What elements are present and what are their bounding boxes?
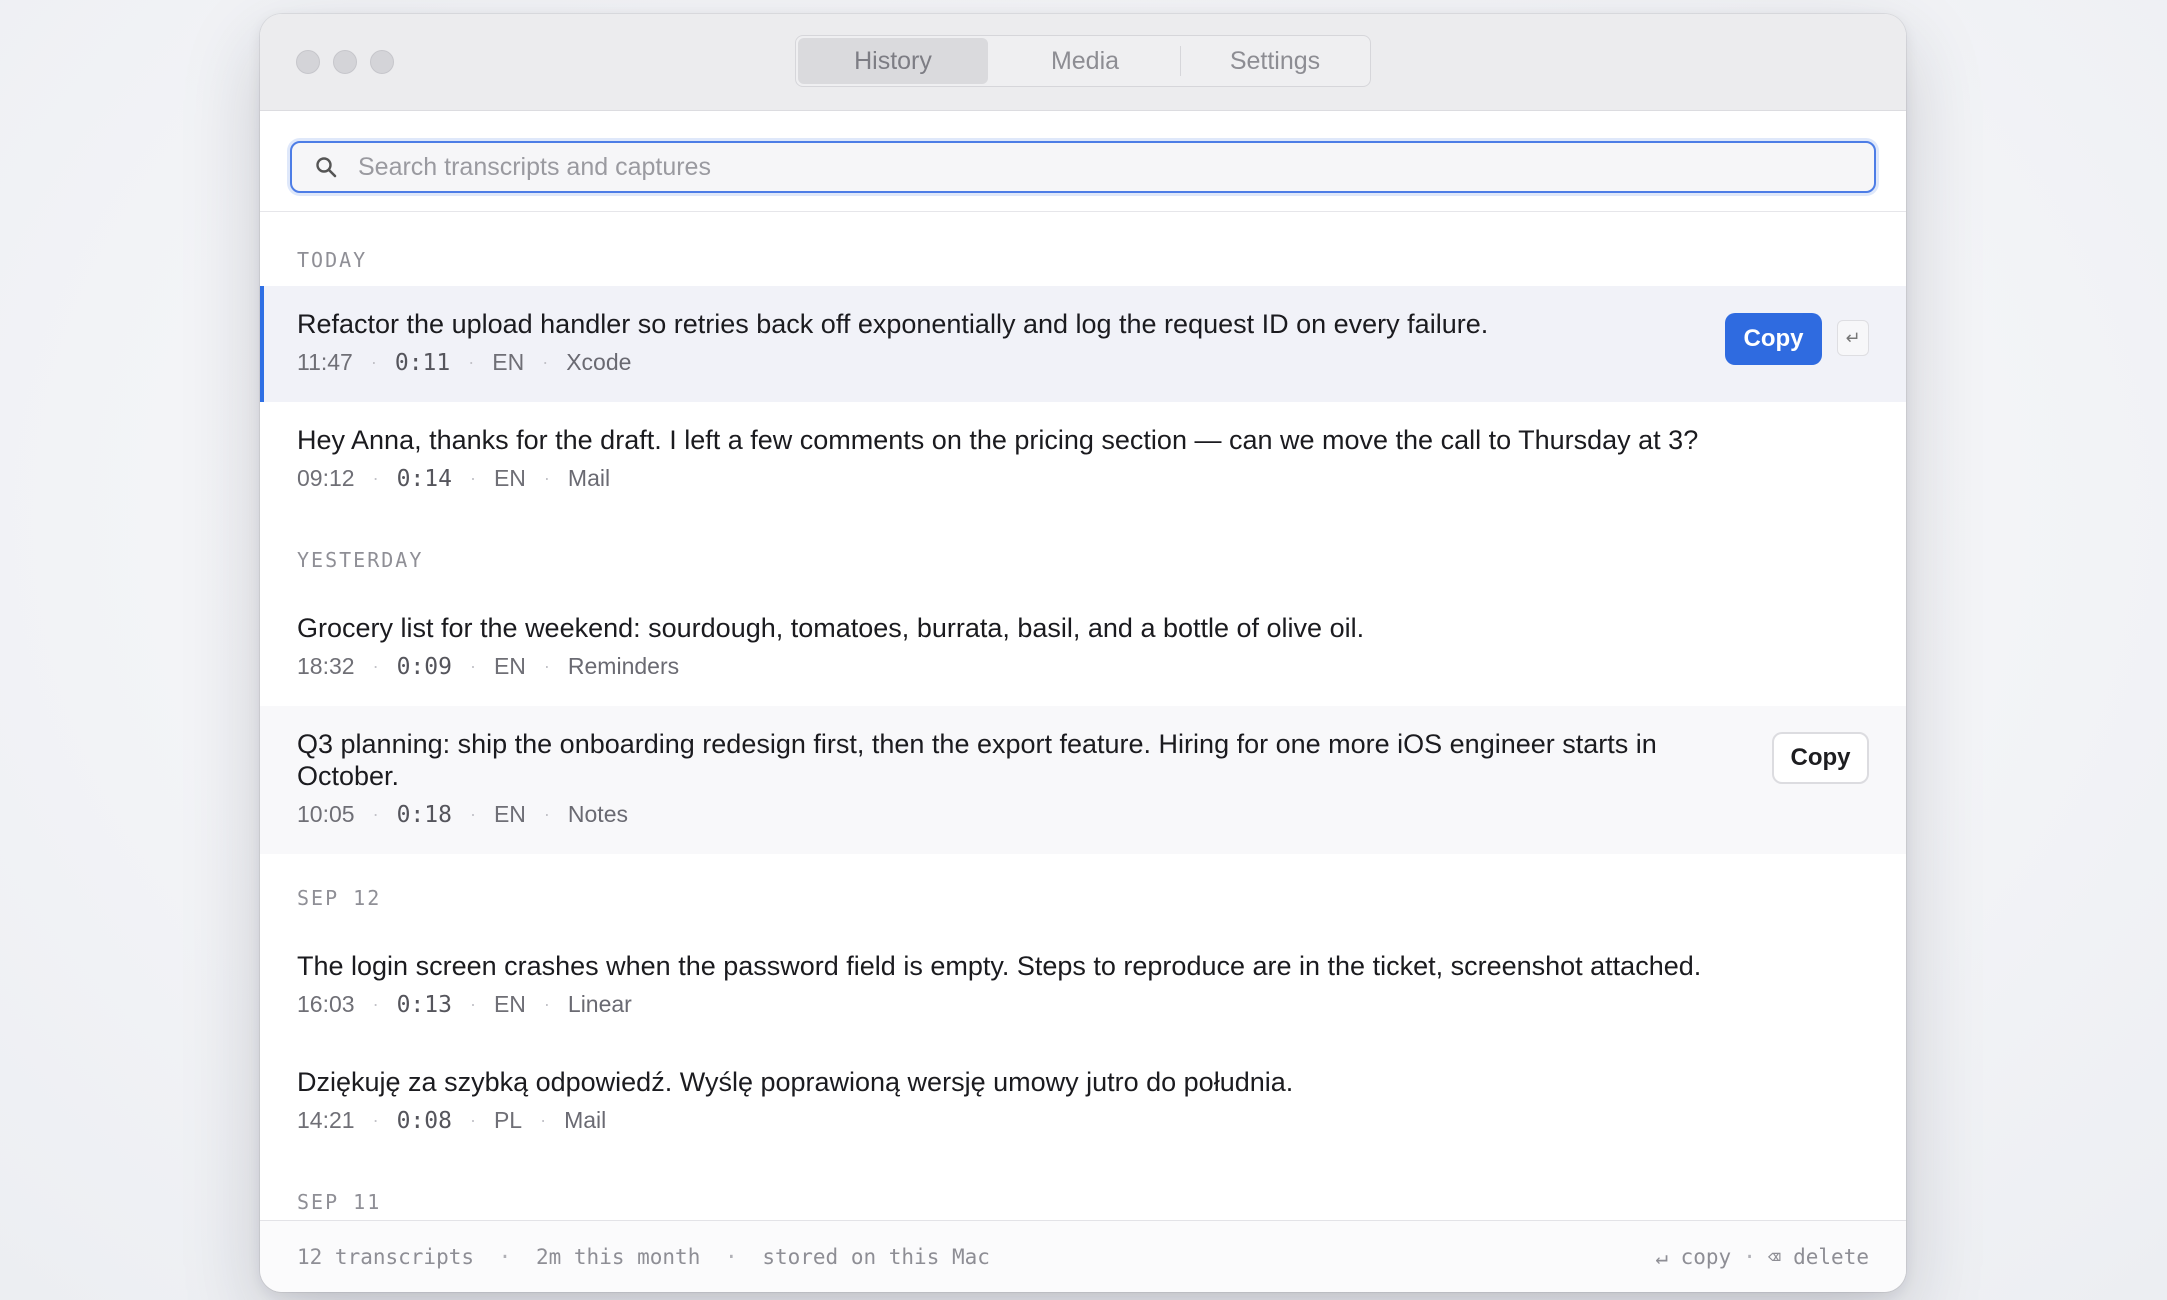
transcript-duration: 0:11 — [394, 349, 451, 376]
transcript-time: 11:47 — [297, 349, 353, 375]
transcript-duration: 0:08 — [396, 1107, 452, 1134]
transcript-meta: 09:12 · 0:14 · EN · Mail — [297, 456, 1716, 514]
transcript-duration: 0:14 — [396, 465, 452, 492]
transcript-duration: 0:18 — [396, 801, 452, 828]
transcript-row[interactable]: Refactor the upload handler so retries b… — [260, 286, 1906, 402]
meta-separator: · — [543, 468, 550, 488]
transcript-duration: 0:09 — [396, 653, 452, 680]
delete-shortcut-hint: ⌫ delete — [1767, 1244, 1869, 1269]
footer-stats: 12 transcripts · 2m this month · stored … — [297, 1245, 990, 1269]
tab-media[interactable]: Media — [990, 36, 1180, 86]
meta-separator: · — [469, 804, 476, 824]
transcript-language: EN — [493, 801, 526, 827]
meta-separator: · — [372, 804, 379, 824]
meta-separator: · — [372, 994, 379, 1014]
transcript-language: EN — [493, 653, 526, 679]
transcript-app: Mail — [564, 1107, 607, 1133]
app-window: History Media Settings TODAY Refactor th… — [260, 14, 1906, 1292]
footer-separator: · — [725, 1244, 738, 1269]
meta-separator: · — [372, 468, 379, 488]
search-field[interactable] — [290, 141, 1876, 193]
transcript-app: Linear — [567, 991, 632, 1017]
transcript-app: Xcode — [566, 349, 632, 375]
transcript-language: PL — [493, 1107, 523, 1133]
minimize-window-button[interactable] — [333, 50, 357, 74]
transcript-language: EN — [492, 349, 525, 375]
tab-settings[interactable]: Settings — [1180, 36, 1370, 86]
meta-separator: · — [542, 352, 549, 372]
status-footer: 12 transcripts · 2m this month · stored … — [260, 1220, 1906, 1292]
footer-separator: · — [1743, 1244, 1756, 1269]
transcript-time: 10:05 — [297, 801, 355, 827]
transcript-time: 16:03 — [297, 991, 355, 1017]
transcript-row[interactable]: Dziękuję za szybką odpowiedź. Wyślę popr… — [260, 1044, 1906, 1160]
transcript-text: The login screen crashes when the passwo… — [297, 951, 1702, 981]
meta-separator: · — [372, 656, 379, 676]
transcript-count: 12 transcripts — [297, 1244, 475, 1269]
zoom-window-button[interactable] — [370, 50, 394, 74]
transcript-row[interactable]: Q3 planning: ship the onboarding redesig… — [260, 706, 1906, 854]
meta-separator: · — [468, 352, 475, 372]
meta-separator: · — [469, 1110, 476, 1130]
section-header-yesterday: YESTERDAY — [297, 548, 424, 572]
meta-separator: · — [370, 352, 377, 372]
view-tabs: History Media Settings — [795, 35, 1371, 87]
tab-history[interactable]: History — [798, 38, 988, 84]
tab-settings-label: Settings — [1229, 46, 1321, 75]
close-window-button[interactable] — [296, 50, 320, 74]
transcript-language: EN — [493, 991, 526, 1017]
transcript-text: Refactor the upload handler so retries b… — [297, 309, 1489, 339]
copy-button[interactable]: Copy — [1725, 313, 1822, 365]
section-header-today: TODAY — [297, 248, 368, 272]
section-header-sep-11: SEP 11 — [297, 1190, 382, 1214]
return-key-icon: ↵ — [1837, 320, 1869, 356]
transcript-list: TODAY Refactor the upload handler so ret… — [260, 212, 1906, 1220]
copy-shortcut-hint: ↵ copy — [1655, 1244, 1732, 1269]
transcript-meta: 10:05 · 0:18 · EN · Notes — [297, 792, 1676, 850]
transcript-language: EN — [493, 465, 526, 491]
meta-separator: · — [543, 656, 550, 676]
search-bar — [260, 111, 1906, 212]
transcript-meta: 16:03 · 0:13 · EN · Linear — [297, 982, 1716, 1040]
transcript-row[interactable]: The login screen crashes when the passwo… — [260, 928, 1906, 1044]
transcript-row[interactable]: Grocery list for the weekend: sourdough,… — [260, 590, 1906, 706]
meta-separator: · — [540, 1110, 547, 1130]
transcript-time: 14:21 — [297, 1107, 355, 1133]
transcript-meta: 18:32 · 0:09 · EN · Reminders — [297, 644, 1716, 702]
transcript-app: Mail — [567, 465, 611, 491]
meta-separator: · — [469, 994, 476, 1014]
transcript-text: Grocery list for the weekend: sourdough,… — [297, 613, 1365, 643]
transcript-text: Dziękuję za szybką odpowiedź. Wyślę popr… — [297, 1067, 1294, 1097]
copy-button[interactable]: Copy — [1772, 732, 1869, 784]
transcript-meta: 11:47 · 0:11 · EN · Xcode — [297, 340, 1716, 398]
tab-media-label: Media — [1050, 46, 1120, 75]
meta-separator: · — [372, 1110, 379, 1130]
meta-separator: · — [469, 468, 476, 488]
footer-separator: · — [498, 1244, 512, 1269]
title-bar: History Media Settings — [260, 14, 1906, 111]
transcript-meta: 14:21 · 0:08 · PL · Mail — [297, 1098, 1716, 1156]
transcript-row[interactable]: Hey Anna, thanks for the draft. I left a… — [260, 402, 1906, 518]
transcript-app: Notes — [567, 801, 628, 827]
monthly-usage: 2m this month — [535, 1244, 701, 1269]
search-input[interactable] — [356, 151, 1874, 183]
search-icon — [312, 153, 340, 181]
section-header-sep-12: SEP 12 — [297, 886, 382, 910]
transcript-time: 09:12 — [297, 465, 355, 491]
keyboard-hints: ↵ copy · ⌫ delete — [1655, 1245, 1869, 1269]
meta-separator: · — [543, 804, 550, 824]
meta-separator: · — [469, 656, 476, 676]
storage-location: stored on this Mac — [762, 1244, 990, 1269]
transcript-text: Hey Anna, thanks for the draft. I left a… — [297, 425, 1699, 455]
window-controls — [296, 50, 394, 74]
transcript-duration: 0:13 — [396, 991, 452, 1018]
tab-history-label: History — [854, 46, 932, 75]
transcript-text: Q3 planning: ship the onboarding redesig… — [297, 729, 1657, 791]
meta-separator: · — [543, 994, 550, 1014]
transcript-time: 18:32 — [297, 653, 355, 679]
transcript-app: Reminders — [567, 653, 680, 679]
